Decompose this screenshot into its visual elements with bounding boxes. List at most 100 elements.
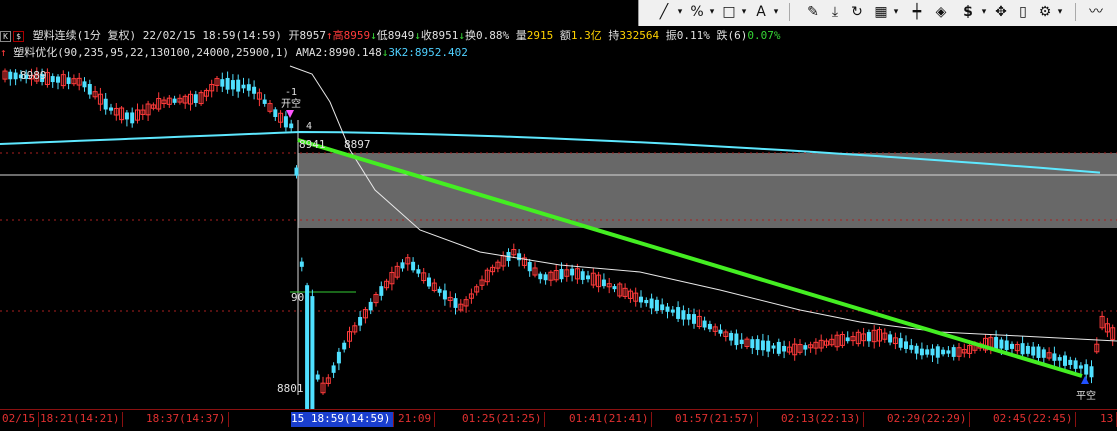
candle-body — [56, 76, 60, 83]
candle-body — [305, 285, 310, 409]
candle-body — [1078, 365, 1083, 369]
candle-body — [739, 339, 744, 345]
line-chart-icon[interactable]: 〰 — [1085, 2, 1107, 22]
chevron-down-icon[interactable]: ▾ — [891, 2, 901, 22]
candle-body — [729, 332, 734, 341]
candle-body — [538, 273, 543, 280]
amount: 1.3亿 — [570, 29, 602, 42]
chevron-down-icon[interactable]: ▾ — [979, 2, 989, 22]
candle-body — [13, 72, 18, 80]
annotation-marker: 4 — [306, 121, 312, 132]
candle-body — [782, 345, 787, 352]
candle-body — [644, 299, 649, 304]
candle-body — [750, 339, 755, 349]
candle-body — [580, 271, 585, 280]
candle-body — [999, 339, 1004, 349]
candle-body — [755, 339, 760, 350]
candle-body — [994, 336, 999, 349]
candle-body — [310, 296, 315, 409]
time-label: 13 — [1100, 412, 1117, 427]
download-icon[interactable]: ⤓ — [825, 2, 845, 22]
pencil-icon[interactable]: ✎ — [803, 2, 823, 22]
candle-body — [87, 84, 92, 95]
drawing-toolbar: ╱ ▾ % ▾ □ ▾ A ▾ ✎ ⤓ ↻ ▦ ▾ ┿ ◈ $ ▾ ✥ ▯ ⚙ … — [638, 0, 1117, 26]
candle-body — [543, 274, 548, 281]
chevron-down-icon[interactable]: ▾ — [1055, 2, 1065, 22]
candle-body — [8, 71, 13, 80]
candle-body — [294, 167, 299, 176]
volume-label: 量 — [515, 29, 527, 42]
down-arrow-icon: ↓ — [458, 29, 465, 42]
candle-body — [103, 98, 108, 110]
close-short-label: 平空 — [1076, 389, 1096, 402]
time-label: 02:45(22:45) — [993, 412, 1077, 427]
candle-body — [612, 286, 617, 290]
line-tool-icon[interactable]: ╱ — [653, 2, 675, 22]
k-badge[interactable]: K — [0, 30, 11, 42]
candle-body — [400, 262, 405, 269]
candle-body — [654, 299, 659, 311]
candle-body — [925, 349, 930, 355]
candle-body — [909, 345, 914, 350]
candlestick-chart[interactable]: 8989 8941 8897 8801 90 -1 开空 4 平空 — [0, 60, 1117, 409]
volume: 2915 — [526, 29, 554, 42]
candle-body — [236, 79, 241, 92]
candle-body — [639, 296, 643, 303]
price-label: 90 — [291, 291, 304, 304]
chevron-down-icon[interactable]: ▾ — [771, 2, 781, 22]
open-price: 开8957 — [288, 29, 326, 42]
candle-body — [1025, 345, 1030, 354]
chevron-down-icon[interactable]: ▾ — [739, 2, 749, 22]
candle-body — [368, 301, 373, 311]
percent-tool-icon[interactable]: % — [687, 2, 707, 22]
dollar-icon[interactable]: $ — [957, 2, 979, 22]
candle-body — [1010, 343, 1014, 349]
indicator-name: 塑料优化(90,235,95,22,130100,24000,25900,1) — [13, 46, 290, 59]
chevron-down-icon[interactable]: ▾ — [675, 2, 685, 22]
candle-body — [1020, 343, 1025, 355]
k2-value: 3K2:8952.402 — [388, 46, 468, 59]
bar-icon[interactable]: ▯ — [1013, 2, 1033, 22]
candle-body — [888, 334, 893, 343]
time-label: 02:29(22:29) — [887, 412, 971, 427]
diamond-icon[interactable]: ◈ — [931, 2, 951, 22]
time-label: 18:21(14:21) — [40, 412, 124, 427]
candle-body — [315, 374, 320, 380]
candle-body — [665, 306, 670, 312]
candle-body — [1063, 355, 1067, 366]
candle-body — [527, 261, 532, 272]
time-label: 18:37(14:37) — [146, 412, 230, 427]
candle-body — [336, 351, 341, 364]
candle-body — [172, 98, 177, 103]
grid-icon[interactable]: ▦ — [871, 2, 891, 22]
time-label-selected: 15 18:59(14:59) — [291, 412, 395, 427]
refresh-icon[interactable]: ↻ — [847, 2, 867, 22]
candle-body — [866, 332, 871, 342]
move-icon[interactable]: ✥ — [991, 2, 1011, 22]
candle-body — [660, 304, 665, 311]
candle-body — [1031, 346, 1036, 356]
s-badge[interactable]: $ — [13, 30, 24, 42]
candle-body — [1004, 340, 1009, 350]
candle-body — [1057, 357, 1062, 361]
quote-info-line: K $ 塑料连续(1分 复权) 22/02/15 18:59(14:59) 开89… — [0, 29, 780, 43]
candle-body — [193, 94, 198, 103]
datetime: 22/02/15 18:59(14:59) — [142, 29, 282, 42]
chevron-down-icon[interactable]: ▾ — [707, 2, 717, 22]
candle-body — [262, 99, 267, 104]
candle-body — [935, 346, 940, 358]
close-price: 收8951 — [420, 29, 459, 42]
up-arrow-icon: ↑ — [0, 46, 7, 59]
candle-body — [707, 323, 712, 330]
rect-tool-icon[interactable]: □ — [719, 2, 739, 22]
price-label: 8941 — [299, 138, 326, 151]
candle-body — [225, 77, 230, 90]
candle-settings-icon[interactable]: ┿ — [907, 2, 927, 22]
hold-label: 持 — [608, 29, 620, 42]
gear-icon[interactable]: ⚙ — [1035, 2, 1055, 22]
candle-body — [718, 329, 723, 334]
candle-body — [676, 307, 681, 319]
candle-body — [1052, 353, 1057, 361]
ama2-value: AMA2:8990.148 — [295, 46, 382, 59]
text-tool-icon[interactable]: A — [751, 2, 771, 22]
